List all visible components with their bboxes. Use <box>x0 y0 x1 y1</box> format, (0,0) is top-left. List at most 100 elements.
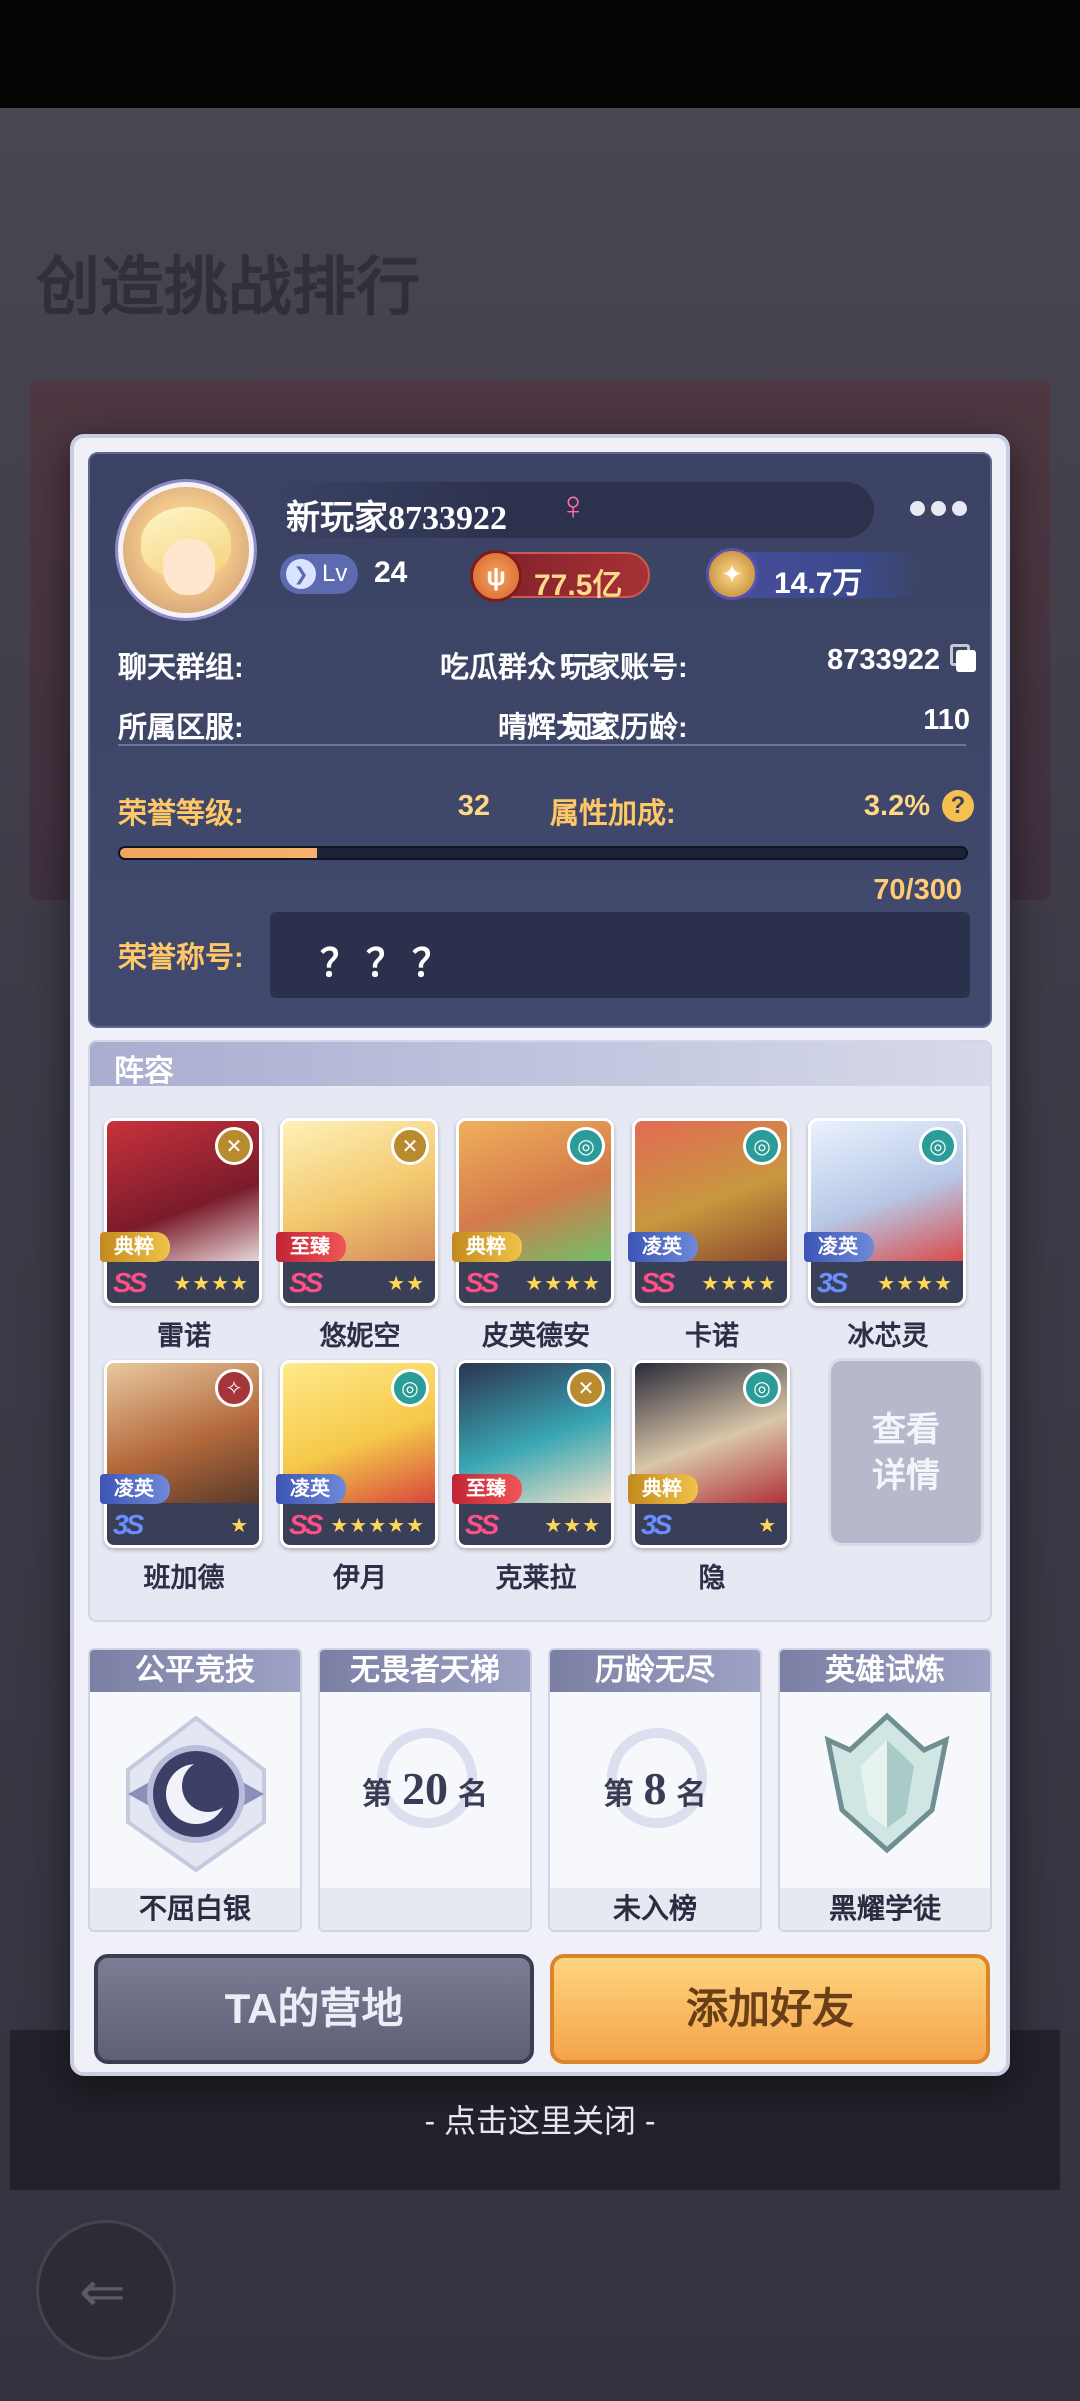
combat-power-value: 77.5亿 <box>534 569 623 602</box>
hero-rarity-tag: 凌英 <box>276 1474 346 1504</box>
hero-name: 悠妮空 <box>319 1321 401 1351</box>
hero-grade: SS <box>465 1267 499 1298</box>
hero-portrait: SS ★★★★ ◎ <box>632 1118 790 1306</box>
add-friend-label: 添加好友 <box>685 1985 854 2032</box>
rank-number: 20 <box>402 1763 448 1814</box>
account-age-value: 110 <box>923 704 970 736</box>
hero-portrait: 3S ★ ✧ <box>104 1360 262 1548</box>
status-bar <box>0 0 1080 108</box>
gem-value: 14.7万 <box>774 567 863 600</box>
rank-card-title: 历龄无尽 <box>595 1654 715 1687</box>
avatar-face <box>163 539 215 595</box>
level-value: 24 <box>374 556 408 589</box>
hero-rarity-tag: 典粹 <box>452 1232 522 1262</box>
divider <box>118 744 966 746</box>
hero-rarity-tag: 至臻 <box>276 1232 346 1262</box>
hero-portrait: 3S ★ ◎ <box>632 1360 790 1548</box>
hero-rarity-tag: 至臻 <box>452 1474 522 1504</box>
honor-progress-bar <box>118 846 968 860</box>
faction-icon: ◎ <box>567 1127 605 1165</box>
hero-stars: ★ <box>230 1515 249 1537</box>
wing-icon: ❯ <box>286 559 316 589</box>
honor-progress-text: 70/300 <box>873 874 962 906</box>
hero-name: 雷诺 <box>157 1321 211 1351</box>
avatar[interactable] <box>118 482 254 618</box>
view-details-label-1: 查看 <box>872 1411 940 1449</box>
view-details-button[interactable]: 查看 详情 <box>828 1358 984 1546</box>
hero-grade: SS <box>289 1267 323 1298</box>
more-options-icon[interactable] <box>910 496 974 520</box>
level-label: Lv <box>322 560 348 587</box>
rank-card-hero-trial[interactable]: 英雄试炼 黑耀学徒 <box>778 1648 992 1932</box>
honor-progress-fill <box>120 848 318 858</box>
hero-name: 卡诺 <box>685 1321 739 1351</box>
hero-grade: 3S <box>113 1509 144 1540</box>
rank-card-header: 公平竞技 <box>90 1650 300 1692</box>
chat-group-label: 聊天群组: <box>118 652 244 684</box>
rank-card-result: 黑耀学徒 <box>828 1893 941 1924</box>
attribute-bonus-value: 3.2% <box>863 790 930 822</box>
lineup-panel: 阵容 SS ★★★★ ✕ 典粹 雷诺 SS ★★ ✕ 至臻 悠妮空 SS ★★★★ ◎ 典粹 皮英德安 SS ★… <box>88 1040 992 1622</box>
combat-power-badge: ψ 77.5亿 <box>470 550 650 602</box>
profile-panel: 新玩家8733922 ♀ ❯ Lv 24 ψ 77.5亿 ✦ 14.7万 聊天群… <box>88 452 992 1028</box>
help-icon[interactable]: ? <box>942 790 974 822</box>
hero-rarity-tag: 典粹 <box>628 1474 698 1504</box>
hero-rarity-tag: 典粹 <box>100 1232 170 1262</box>
rank-position: 第8名 <box>550 1762 760 1815</box>
rank-card-footer: 不屈白银 <box>90 1888 300 1930</box>
close-hint[interactable]: - 点击这里关闭 - <box>0 2096 1080 2142</box>
rank-card-endless[interactable]: 历龄无尽 第8名 未入榜 <box>548 1648 762 1932</box>
honor-title-box: ？？？ <box>270 912 970 998</box>
rank-card-result: 未入榜 <box>612 1893 697 1924</box>
honor-title-value: ？？？ <box>320 943 459 985</box>
rank-card-title: 无畏者天梯 <box>350 1654 500 1687</box>
rank-card-header: 无畏者天梯 <box>320 1650 530 1692</box>
hero-grade: 3S <box>641 1509 672 1540</box>
copy-icon[interactable] <box>950 644 976 672</box>
add-friend-button[interactable]: 添加好友 <box>550 1954 990 2064</box>
hero-rarity-tag: 凌英 <box>100 1474 170 1504</box>
honor-level-value: 32 <box>457 790 490 822</box>
account-age-label: 玩家历龄: <box>562 712 688 744</box>
hero-name: 班加德 <box>143 1563 225 1593</box>
rank-prefix: 第 <box>362 1778 392 1811</box>
player-name: 新玩家8733922 <box>286 500 507 537</box>
rank-card-header: 历龄无尽 <box>550 1650 760 1692</box>
rank-card-ladder[interactable]: 无畏者天梯 第 20 名 <box>318 1648 532 1932</box>
trident-icon: ψ <box>470 550 522 602</box>
rank-number: 8 <box>643 1763 667 1814</box>
hero-grade: 3S <box>817 1267 848 1298</box>
rank-card-fair-arena[interactable]: 公平竞技 不屈白银 <box>88 1648 302 1932</box>
hero-name: 冰芯灵 <box>847 1321 929 1351</box>
hero-grade: SS <box>113 1267 147 1298</box>
view-details-label-2: 详情 <box>872 1457 940 1495</box>
faction-icon: ◎ <box>391 1369 429 1407</box>
hero-grade: SS <box>465 1509 499 1540</box>
gem-badge: ✦ 14.7万 <box>706 548 920 600</box>
account-value: 8733922 <box>827 644 940 676</box>
rank-card-header: 英雄试炼 <box>780 1650 990 1692</box>
visit-camp-button[interactable]: TA的营地 <box>94 1954 534 2064</box>
rank-position: 第 20 名 <box>320 1762 530 1815</box>
hero-portrait: 3S ★★★★ ◎ <box>808 1118 966 1306</box>
rank-card-title: 公平竞技 <box>135 1654 255 1687</box>
hero-stars: ★★★★ <box>525 1273 601 1295</box>
hero-stars: ★★★★ <box>173 1273 249 1295</box>
account-label: 玩家账号: <box>562 652 688 684</box>
faction-icon: ◎ <box>743 1127 781 1165</box>
hero-name: 伊月 <box>333 1563 387 1593</box>
hero-stars: ★★★★ <box>701 1273 777 1295</box>
server-label: 所属区服: <box>118 712 244 744</box>
background-title: 创造挑战排行 <box>36 252 420 323</box>
level-badge: ❯ Lv <box>280 554 358 594</box>
lineup-header: 阵容 <box>90 1042 990 1088</box>
background-back-button: ⇐ <box>36 2220 176 2360</box>
faction-icon: ✧ <box>215 1369 253 1407</box>
star-gem-icon: ✦ <box>706 548 758 600</box>
rank-card-footer <box>320 1888 530 1930</box>
rank-card-title: 英雄试炼 <box>825 1654 945 1687</box>
lineup-title: 阵容 <box>114 1055 174 1088</box>
arrow-icon: ⇐ <box>79 2260 126 2323</box>
hero-portrait: SS ★★ ✕ <box>280 1118 438 1306</box>
honor-title-label: 荣誉称号: <box>118 942 244 974</box>
